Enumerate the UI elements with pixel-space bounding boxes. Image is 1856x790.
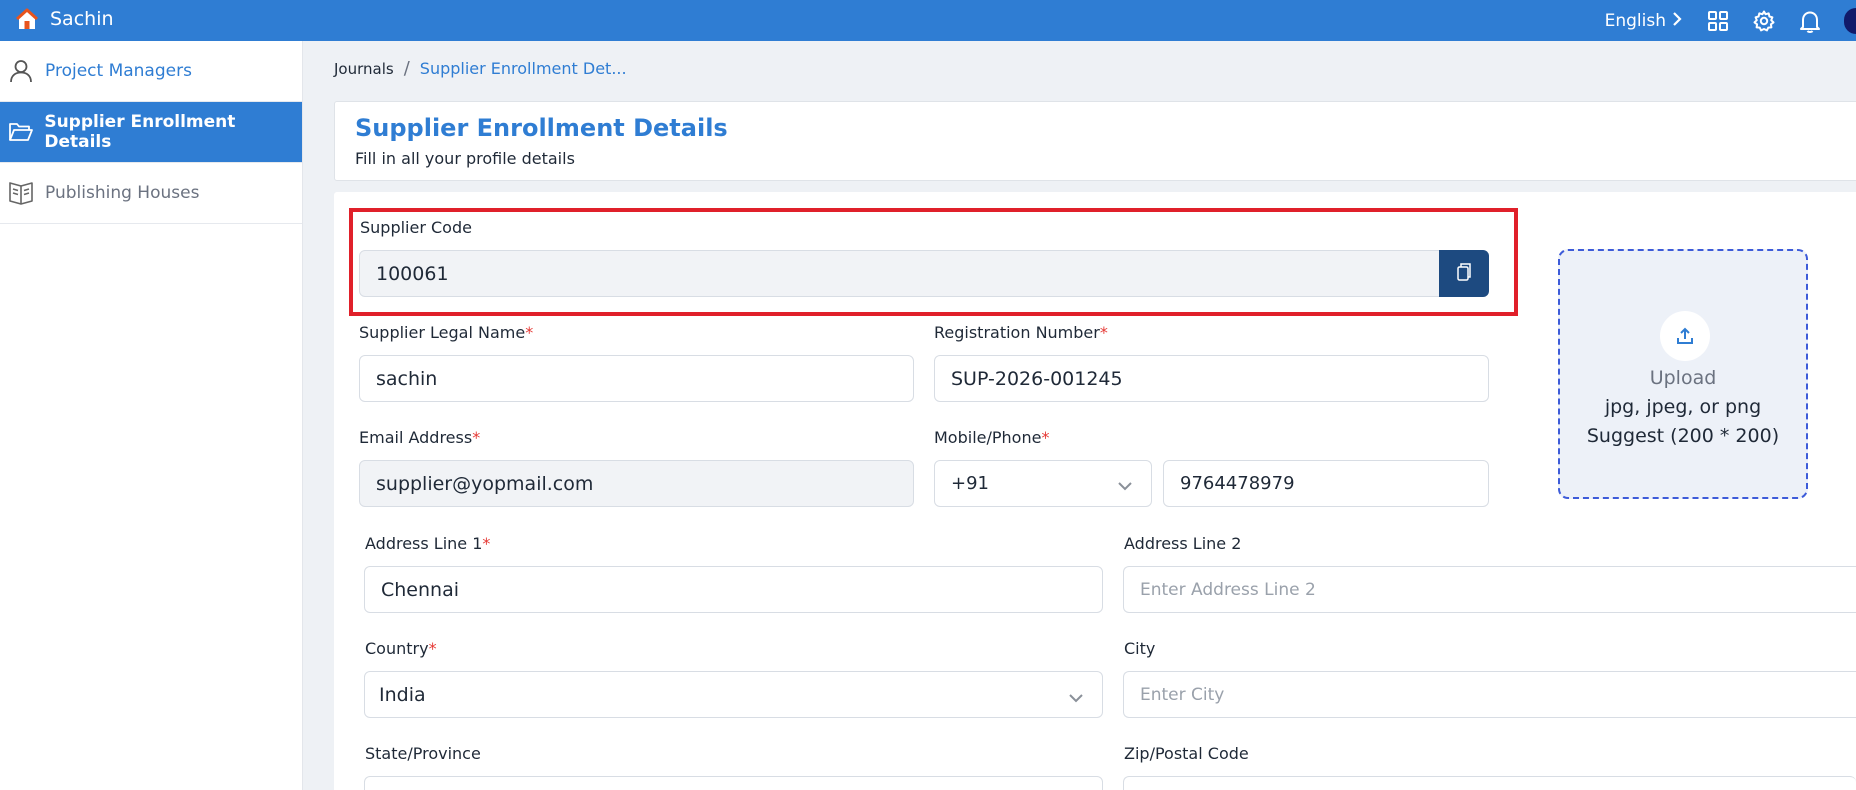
required-marker: * bbox=[525, 323, 534, 342]
country-code-value: +91 bbox=[951, 473, 989, 494]
label-text: State/Province bbox=[365, 744, 481, 763]
supplier-code-value: 100061 bbox=[376, 262, 449, 285]
required-marker: * bbox=[482, 534, 491, 553]
upload-size-hint: Suggest (200 * 200) bbox=[1586, 425, 1780, 447]
registration-number-label: Registration Number* bbox=[934, 323, 1108, 342]
required-marker: * bbox=[472, 428, 481, 447]
city-input[interactable]: Enter City bbox=[1123, 671, 1856, 718]
top-navbar: Sachin English bbox=[0, 0, 1856, 41]
country-value: India bbox=[379, 683, 426, 706]
page-subtitle: Fill in all your profile details bbox=[355, 149, 575, 168]
city-placeholder: Enter City bbox=[1140, 684, 1225, 705]
address-line-1-label: Address Line 1* bbox=[365, 534, 490, 553]
email-value: supplier@yopmail.com bbox=[376, 472, 594, 495]
breadcrumb-separator: / bbox=[403, 58, 410, 79]
country-select[interactable]: India bbox=[364, 671, 1103, 718]
bell-icon[interactable] bbox=[1798, 9, 1822, 33]
city-label: City bbox=[1124, 639, 1155, 658]
label-text: Mobile/Phone bbox=[934, 428, 1042, 447]
phone-value: 9764478979 bbox=[1180, 473, 1295, 494]
required-marker: * bbox=[428, 639, 437, 658]
label-text: Registration Number bbox=[934, 323, 1100, 342]
address-line-2-input[interactable]: Enter Address Line 2 bbox=[1123, 566, 1856, 613]
breadcrumb: Journals / Supplier Enrollment Det... bbox=[334, 58, 627, 79]
zip-label: Zip/Postal Code bbox=[1124, 744, 1249, 763]
copy-button[interactable] bbox=[1439, 250, 1489, 297]
address-line-1-input[interactable]: Chennai bbox=[364, 566, 1103, 613]
language-selector[interactable]: English bbox=[1605, 11, 1682, 31]
sidebar: Project Managers Supplier Enrollment Det… bbox=[0, 41, 303, 790]
label-text: Email Address bbox=[359, 428, 473, 447]
state-select[interactable] bbox=[364, 776, 1103, 790]
label-text: City bbox=[1124, 639, 1156, 658]
chevron-down-icon bbox=[1117, 475, 1133, 496]
book-icon bbox=[7, 179, 35, 207]
gear-icon[interactable] bbox=[1752, 9, 1776, 33]
address-line-2-label: Address Line 2 bbox=[1124, 534, 1241, 553]
legal-name-input[interactable]: sachin bbox=[359, 355, 914, 402]
sidebar-item-project-managers[interactable]: Project Managers bbox=[0, 41, 302, 102]
sidebar-item-supplier-enrollment[interactable]: Supplier Enrollment Details bbox=[0, 102, 302, 163]
legal-name-value: sachin bbox=[376, 367, 438, 390]
registration-number-value: SUP-2026-001245 bbox=[951, 367, 1123, 390]
label-text: Address Line 1 bbox=[365, 534, 483, 553]
sidebar-item-label: Project Managers bbox=[45, 61, 192, 81]
label-text: Supplier Code bbox=[360, 218, 472, 237]
sidebar-item-publishing-houses[interactable]: Publishing Houses bbox=[0, 163, 302, 224]
upload-formats: jpg, jpeg, or png bbox=[1604, 396, 1762, 418]
chevron-right-icon bbox=[1672, 11, 1682, 31]
supplier-code-field[interactable]: 100061 bbox=[359, 250, 1440, 297]
language-label: English bbox=[1604, 10, 1666, 31]
person-icon bbox=[7, 57, 35, 85]
page-title: Supplier Enrollment Details bbox=[355, 114, 728, 142]
sidebar-item-label: Publishing Houses bbox=[45, 183, 200, 203]
brand[interactable]: Sachin bbox=[14, 6, 114, 32]
copy-icon bbox=[1455, 262, 1473, 286]
legal-name-label: Supplier Legal Name* bbox=[359, 323, 533, 342]
chevron-down-icon bbox=[1068, 686, 1084, 708]
supplier-code-label: Supplier Code bbox=[360, 218, 472, 237]
label-text: Country bbox=[365, 639, 429, 658]
phone-label: Mobile/Phone* bbox=[934, 428, 1049, 447]
zip-input[interactable] bbox=[1123, 776, 1856, 790]
registration-number-input[interactable]: SUP-2026-001245 bbox=[934, 355, 1489, 402]
breadcrumb-current: Supplier Enrollment Det... bbox=[419, 59, 627, 78]
upload-title: Upload bbox=[1649, 367, 1717, 389]
upload-icon bbox=[1660, 311, 1710, 361]
avatar[interactable] bbox=[1844, 7, 1856, 34]
label-text: Address Line 2 bbox=[1124, 534, 1242, 553]
grid-icon[interactable] bbox=[1706, 9, 1730, 33]
user-name: Sachin bbox=[50, 8, 114, 30]
folder-icon bbox=[7, 118, 34, 146]
phone-input[interactable]: 9764478979 bbox=[1163, 460, 1489, 507]
label-text: Zip/Postal Code bbox=[1124, 744, 1249, 763]
country-label: Country* bbox=[365, 639, 437, 658]
label-text: Supplier Legal Name bbox=[359, 323, 526, 342]
email-label: Email Address* bbox=[359, 428, 480, 447]
required-marker: * bbox=[1041, 428, 1050, 447]
sidebar-item-label: Supplier Enrollment Details bbox=[44, 112, 236, 152]
state-label: State/Province bbox=[365, 744, 481, 763]
page-header: Supplier Enrollment Details Fill in all … bbox=[334, 101, 1856, 181]
home-icon bbox=[14, 6, 40, 32]
address-line-1-value: Chennai bbox=[381, 578, 460, 601]
country-code-select[interactable]: +91 bbox=[934, 460, 1152, 507]
upload-dropzone[interactable]: Upload jpg, jpeg, or png Suggest (200 * … bbox=[1558, 249, 1808, 499]
address-line-2-placeholder: Enter Address Line 2 bbox=[1140, 579, 1316, 600]
breadcrumb-journals[interactable]: Journals bbox=[334, 60, 394, 78]
email-field[interactable]: supplier@yopmail.com bbox=[359, 460, 914, 507]
required-marker: * bbox=[1099, 323, 1108, 342]
